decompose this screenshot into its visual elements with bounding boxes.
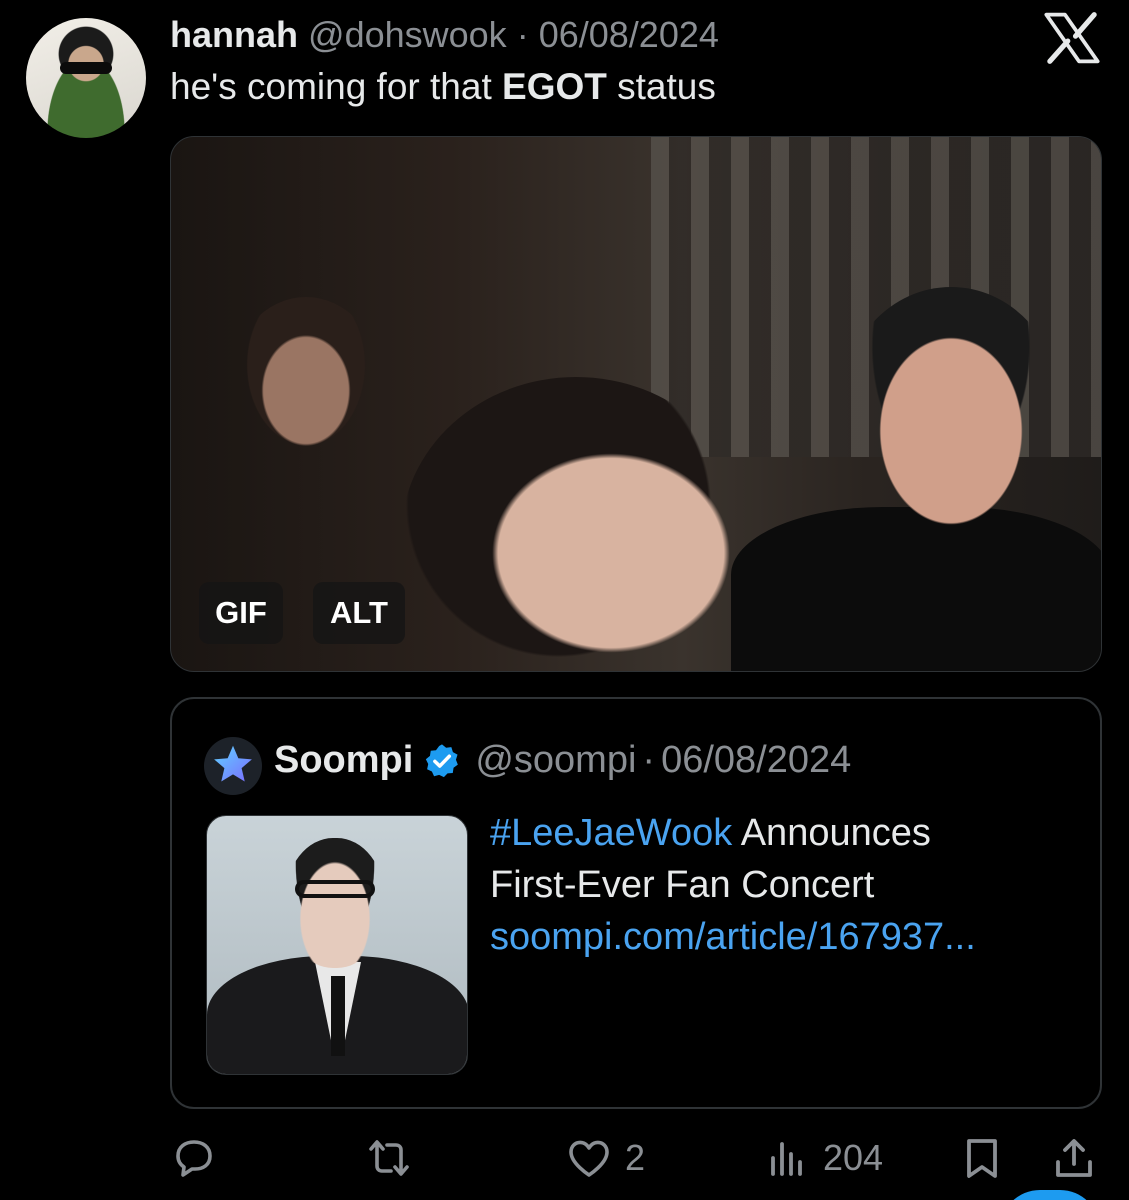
action-bar: 2 204 <box>0 1128 1129 1188</box>
bookmark-icon <box>967 1139 997 1178</box>
retweet-button[interactable] <box>365 1128 425 1188</box>
quote-avatar[interactable] <box>204 737 262 795</box>
tweet-date[interactable]: 06/08/2024 <box>539 14 719 55</box>
tweet-text-bold: EGOT <box>502 66 607 107</box>
like-button[interactable]: 2 <box>565 1128 645 1188</box>
thumb-glasses <box>295 880 375 898</box>
star-icon <box>214 745 252 782</box>
quote-text-line2: First-Ever Fan Concert <box>490 864 875 906</box>
quote-date[interactable]: 06/08/2024 <box>661 739 851 782</box>
quote-handle[interactable]: @soompi <box>475 739 636 782</box>
x-logo-icon <box>1044 12 1100 64</box>
verified-badge-icon <box>426 743 459 777</box>
compose-fab[interactable] <box>1000 1190 1100 1200</box>
separator: · <box>516 14 529 55</box>
avatar[interactable] <box>26 18 146 138</box>
hashtag-link[interactable]: #LeeJaeWook <box>490 812 732 854</box>
quote-text-line1: Announces <box>732 812 931 854</box>
heart-icon <box>569 1140 609 1177</box>
tweet-text: he's coming for that EGOT status <box>170 66 716 108</box>
retweet-icon <box>369 1140 409 1176</box>
media-figure <box>841 287 1061 527</box>
quoted-tweet[interactable]: Soompi @soompi · 06/08/2024 #LeeJaeWook … <box>170 697 1102 1109</box>
share-button[interactable] <box>1050 1128 1098 1188</box>
bookmark-button[interactable] <box>958 1128 1006 1188</box>
quote-thumbnail[interactable] <box>206 815 468 1075</box>
display-name[interactable]: hannah <box>170 14 298 55</box>
tweet-text-start: he's coming for that <box>170 66 503 107</box>
article-link[interactable]: soompi.com/article/167937... <box>490 911 1090 963</box>
views-icon <box>771 1142 802 1176</box>
gif-badge: GIF <box>199 582 283 644</box>
alt-button[interactable]: ALT <box>313 582 405 644</box>
quote-text: #LeeJaeWook Announces First-Ever Fan Con… <box>490 807 1090 963</box>
avatar-sunglasses <box>60 62 112 74</box>
thumb-tie <box>331 976 345 1056</box>
media-gif[interactable]: GIF ALT <box>170 136 1102 672</box>
tweet-text-end: status <box>606 66 716 107</box>
reply-button[interactable] <box>170 1128 230 1188</box>
views-count: 204 <box>823 1137 884 1178</box>
quote-display-name[interactable]: Soompi <box>274 739 413 782</box>
share-icon <box>1056 1139 1092 1177</box>
views-button[interactable]: 204 <box>763 1128 883 1188</box>
media-figure <box>731 507 1101 671</box>
quote-separator: · <box>642 739 656 781</box>
like-count: 2 <box>625 1137 646 1178</box>
thumb-head <box>285 838 385 968</box>
user-handle[interactable]: @dohswook <box>308 14 507 55</box>
reply-icon <box>176 1140 212 1177</box>
tweet-header: hannah @dohswook · 06/08/2024 <box>170 14 719 56</box>
quote-header: Soompi @soompi · 06/08/2024 <box>274 739 851 782</box>
media-figure <box>231 297 381 467</box>
